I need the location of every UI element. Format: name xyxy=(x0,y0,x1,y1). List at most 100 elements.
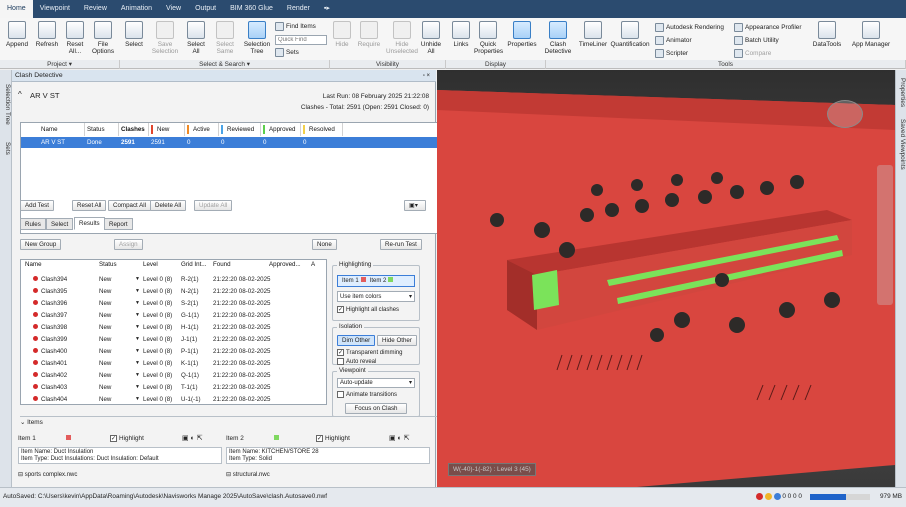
collapse-test-chevron[interactable]: ^ xyxy=(18,90,22,99)
highlight-all-checkbox[interactable]: ✓ Highlight all clashes xyxy=(337,306,399,313)
file-options-button[interactable]: File Options xyxy=(90,21,116,55)
tab-selection-tree[interactable]: Selection Tree xyxy=(1,74,11,134)
transparent-dimming-checkbox[interactable]: ✓ Transparent dimming xyxy=(337,349,402,356)
highlight-color-select[interactable]: Use item colors ▾ xyxy=(337,291,415,302)
subtab-report[interactable]: Report xyxy=(104,218,133,230)
col-status[interactable]: Status xyxy=(85,123,119,136)
col-clashes[interactable]: Clashes xyxy=(119,123,149,136)
tab-output[interactable]: Output xyxy=(188,0,223,18)
tab-bim360[interactable]: BIM 360 Glue xyxy=(223,0,280,18)
datatools-button[interactable]: DataTools xyxy=(810,21,844,48)
quick-properties-button[interactable]: Quick Properties xyxy=(474,21,503,55)
quantification-button[interactable]: Quantification xyxy=(610,21,650,48)
status-dropdown-arrow[interactable]: ▼ xyxy=(135,312,140,318)
require-button[interactable]: Require xyxy=(356,21,382,48)
panel-pin-close[interactable]: ▫ × xyxy=(423,70,430,82)
new-group-button[interactable]: New Group xyxy=(20,239,62,250)
links-button[interactable]: Links xyxy=(451,21,471,48)
timeliner-button[interactable]: TimeLiner xyxy=(576,21,610,48)
item2-tools[interactable]: ▣ ◐ ⇱ xyxy=(389,433,410,445)
tab-review[interactable]: Review xyxy=(77,0,114,18)
export-tests-button[interactable]: ▣▾ xyxy=(404,200,426,211)
clash-grouping-dropdown[interactable]: None xyxy=(312,239,337,250)
unhide-all-button[interactable]: Unhide All xyxy=(420,21,442,55)
append-button[interactable]: Append xyxy=(4,21,30,48)
item1-tools[interactable]: ▣ ◐ ⇱ xyxy=(182,433,203,445)
results-col-level[interactable]: Level xyxy=(143,261,158,268)
3d-viewport[interactable]: W(-40)-1(-82) : Level 3 (45) xyxy=(437,70,895,487)
item2-highlight-checkbox[interactable]: ✓ Highlight xyxy=(316,433,350,445)
group-project[interactable]: Project ▾ xyxy=(0,60,120,69)
hide-unselected-button[interactable]: Hide Unselected xyxy=(386,21,418,55)
table-row[interactable]: Clash403 New Level 0 (8) T-1(1) 21:22:20 08-… xyxy=(21,382,326,394)
refresh-button[interactable]: Refresh xyxy=(34,21,60,48)
auto-reveal-checkbox[interactable]: Auto reveal xyxy=(337,358,376,365)
table-row[interactable]: Clash395 New Level 0 (8) N-2(1) 21:22:20 08-… xyxy=(21,286,326,298)
table-row[interactable]: Clash394 New Level 0 (8) R-2(1) 21:22:20 08-… xyxy=(21,274,326,286)
tab-viewpoint[interactable]: Viewpoint xyxy=(33,0,77,18)
viewpoint-select[interactable]: Auto-update ▾ xyxy=(337,378,415,388)
animate-transitions-checkbox[interactable]: Animate transitions xyxy=(337,391,397,398)
results-col-a[interactable]: A xyxy=(311,261,315,268)
tab-sets[interactable]: Sets xyxy=(1,136,11,160)
reset-all-tests-button[interactable]: Reset All xyxy=(72,200,107,211)
select-same-button[interactable]: Select Same xyxy=(212,21,238,55)
assign-button[interactable]: Assign xyxy=(114,239,143,250)
app-manager-button[interactable]: App Manager xyxy=(848,21,894,48)
status-dropdown-arrow[interactable]: ▼ xyxy=(135,360,140,366)
reset-all-button[interactable]: Reset All... xyxy=(64,21,86,55)
status-dropdown-arrow[interactable]: ▼ xyxy=(135,276,140,282)
batch-utility-button[interactable]: Batch Utility xyxy=(734,36,779,45)
animator-button[interactable]: Animator xyxy=(655,36,692,45)
col-new[interactable]: New xyxy=(149,123,185,136)
subtab-results[interactable]: Results xyxy=(74,217,105,230)
tab-home[interactable]: Home xyxy=(0,0,33,18)
hide-button[interactable]: Hide xyxy=(332,21,352,48)
sets-dropdown[interactable]: Sets xyxy=(275,48,299,57)
item1-file-tree[interactable]: ⊟ sports complex.nwc xyxy=(18,471,77,478)
compact-all-button[interactable]: Compact All xyxy=(108,200,152,211)
col-approved[interactable]: Approved xyxy=(261,123,301,136)
hide-other-button[interactable]: Hide Other xyxy=(377,335,417,346)
dim-other-button[interactable]: Dim Other xyxy=(337,335,376,346)
results-col-found[interactable]: Found xyxy=(213,261,231,268)
status-dropdown-arrow[interactable]: ▼ xyxy=(135,384,140,390)
clash-detective-button[interactable]: Clash Detective xyxy=(543,21,573,55)
view-cube[interactable] xyxy=(827,100,863,128)
table-row[interactable]: Clash400 New Level 0 (8) P-1(1) 21:22:20 08-… xyxy=(21,346,326,358)
status-dropdown-arrow[interactable]: ▼ xyxy=(135,324,140,330)
col-name[interactable]: Name xyxy=(39,123,85,136)
add-test-button[interactable]: Add Test xyxy=(20,200,54,211)
test-row[interactable]: AR V ST Done 2591 2591 0 0 0 0 xyxy=(21,137,441,148)
update-all-button[interactable]: Update All xyxy=(194,200,233,211)
col-resolved[interactable]: Resolved xyxy=(301,123,343,136)
delete-all-button[interactable]: Delete All xyxy=(150,200,187,211)
subtab-rules[interactable]: Rules xyxy=(20,218,46,230)
results-col-name[interactable]: Name xyxy=(25,261,42,268)
item-color-toggle[interactable]: Item 1 Item 2 xyxy=(337,275,415,287)
selection-tree-button[interactable]: Selection Tree xyxy=(242,21,272,55)
status-dropdown-arrow[interactable]: ▼ xyxy=(135,288,140,294)
tab-view[interactable]: View xyxy=(159,0,188,18)
tab-animation[interactable]: Animation xyxy=(114,0,159,18)
table-row[interactable]: Clash401 New Level 0 (8) K-1(1) 21:22:20 08-… xyxy=(21,358,326,370)
results-col-grid[interactable]: Grid Int... xyxy=(181,261,206,268)
navigation-bar[interactable] xyxy=(877,165,893,305)
table-row[interactable]: Clash402 New Level 0 (8) Q-1(1) 21:22:20 08-… xyxy=(21,370,326,382)
table-row[interactable]: Clash399 New Level 0 (8) J-1(1) 21:22:20 08-… xyxy=(21,334,326,346)
table-row[interactable]: Clash398 New Level 0 (8) H-1(1) 21:22:20 08-… xyxy=(21,322,326,334)
table-row[interactable]: Clash404 New Level 0 (8) U-1(-1) 21:22:20 08… xyxy=(21,394,326,404)
subtab-select[interactable]: Select xyxy=(46,218,74,230)
items-section-header[interactable]: ⌄ Items xyxy=(20,416,444,427)
table-row[interactable]: Clash396 New Level 0 (8) S-2(1) 21:22:20 08-… xyxy=(21,298,326,310)
table-row[interactable]: Clash397 New Level 0 (8) G-1(1) 21:22:20 08-… xyxy=(21,310,326,322)
status-dropdown-arrow[interactable]: ▼ xyxy=(135,372,140,378)
find-items-button[interactable]: Find Items xyxy=(275,22,316,31)
status-dropdown-arrow[interactable]: ▼ xyxy=(135,396,140,402)
quick-find-input[interactable] xyxy=(275,35,327,45)
tab-overflow[interactable]: ▪▸ xyxy=(317,0,337,18)
item2-file-tree[interactable]: ⊟ structural.nwc xyxy=(226,471,270,478)
status-dropdown-arrow[interactable]: ▼ xyxy=(135,336,140,342)
focus-on-clash-button[interactable]: Focus on Clash xyxy=(345,403,407,414)
rerun-test-button[interactable]: Re-run Test xyxy=(380,239,422,250)
